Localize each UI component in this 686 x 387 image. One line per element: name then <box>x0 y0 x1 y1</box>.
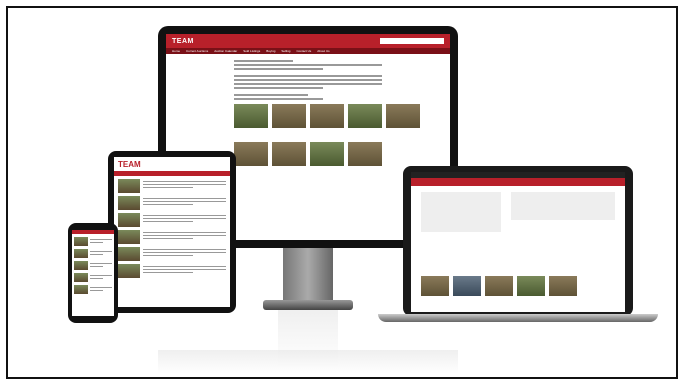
photo-caption <box>234 128 268 138</box>
nav-item[interactable]: Current Auctions <box>186 49 208 53</box>
listing-photo[interactable] <box>453 276 481 296</box>
listing-thumbnail[interactable] <box>118 179 140 193</box>
listing-thumbnail[interactable] <box>118 264 140 278</box>
text-line <box>234 68 323 70</box>
nav-item[interactable]: Contact Us <box>296 49 311 53</box>
photo-caption <box>386 128 420 138</box>
tablet: TEAM <box>108 151 236 313</box>
list-item[interactable] <box>118 247 226 261</box>
photo-caption <box>272 166 306 176</box>
laptop-photo-row <box>421 232 615 296</box>
monitor-neck <box>283 248 333 303</box>
laptop-deck <box>378 314 658 322</box>
monitor-base <box>263 300 353 310</box>
nav-item[interactable]: Buying <box>266 49 275 53</box>
text-line <box>234 87 323 89</box>
laptop-lid <box>403 166 633 316</box>
listing-photo[interactable] <box>549 276 577 296</box>
text-line <box>234 94 308 96</box>
site-header: TEAM <box>166 34 450 48</box>
listing-photo[interactable] <box>348 142 382 166</box>
nav-item[interactable]: About Us <box>317 49 329 53</box>
search-input[interactable] <box>380 38 444 44</box>
photo-caption <box>310 128 344 138</box>
text-line <box>234 75 382 77</box>
list-item[interactable] <box>74 273 112 282</box>
text-line <box>234 60 294 62</box>
photo-caption <box>310 166 344 176</box>
listing-photo[interactable] <box>272 142 306 166</box>
laptop-site-banner <box>411 178 625 186</box>
text-line <box>234 64 382 66</box>
laptop <box>378 166 658 322</box>
photo-caption <box>272 128 306 138</box>
listing-thumbnail[interactable] <box>118 213 140 227</box>
listing-thumbnail[interactable] <box>74 249 88 258</box>
photo-caption <box>348 166 382 176</box>
list-item[interactable] <box>74 285 112 294</box>
listing-thumbnail[interactable] <box>74 285 88 294</box>
nav-item[interactable]: Selling <box>281 49 290 53</box>
list-item[interactable] <box>118 196 226 210</box>
listing-photo[interactable] <box>310 142 344 166</box>
listing-photo[interactable] <box>234 142 268 166</box>
listing-photo[interactable] <box>386 104 420 128</box>
site-logo[interactable]: TEAM <box>118 160 141 169</box>
listing-photo[interactable] <box>310 104 344 128</box>
listing-thumbnail[interactable] <box>118 230 140 244</box>
text-line <box>234 98 323 100</box>
listing-thumbnail[interactable] <box>118 247 140 261</box>
list-item[interactable] <box>74 261 112 270</box>
list-item[interactable] <box>118 264 226 278</box>
smartphone <box>68 223 118 323</box>
listing-thumbnail[interactable] <box>118 196 140 210</box>
listing-photo[interactable] <box>348 104 382 128</box>
listing-photo[interactable] <box>517 276 545 296</box>
photo-caption <box>234 166 268 176</box>
laptop-content <box>411 186 625 302</box>
tablet-screen: TEAM <box>114 157 230 307</box>
listing-photo[interactable] <box>421 276 449 296</box>
text-line <box>234 83 382 85</box>
nav-item[interactable]: Home <box>172 49 180 53</box>
auction-note-box <box>511 192 615 220</box>
listing-thumbnail[interactable] <box>74 261 88 270</box>
tablet-site-header: TEAM <box>114 157 230 171</box>
site-logo[interactable]: TEAM <box>172 38 194 45</box>
list-item[interactable] <box>118 213 226 227</box>
laptop-screen <box>411 172 625 312</box>
auction-details-table <box>421 192 501 232</box>
nav-item[interactable]: Sold Listings <box>243 49 260 53</box>
floor-reflection <box>158 350 458 374</box>
photo-caption <box>348 128 382 138</box>
photo-grid <box>234 104 420 176</box>
listing-thumbnail[interactable] <box>74 273 88 282</box>
tablet-site-nav <box>114 171 230 176</box>
list-item[interactable] <box>74 249 112 258</box>
listing-thumbnail[interactable] <box>74 237 88 246</box>
list-item[interactable] <box>118 179 226 193</box>
device-mockup-frame: TEAM Home Current Auctions Auction Calen… <box>6 6 678 379</box>
list-item[interactable] <box>74 237 112 246</box>
listing-photo[interactable] <box>485 276 513 296</box>
nav-item[interactable]: Auction Calendar <box>214 49 237 53</box>
text-line <box>234 79 382 81</box>
listing-photo[interactable] <box>234 104 268 128</box>
phone-site-header <box>72 230 114 234</box>
list-item[interactable] <box>118 230 226 244</box>
phone-screen <box>72 230 114 316</box>
listing-photo[interactable] <box>272 104 306 128</box>
